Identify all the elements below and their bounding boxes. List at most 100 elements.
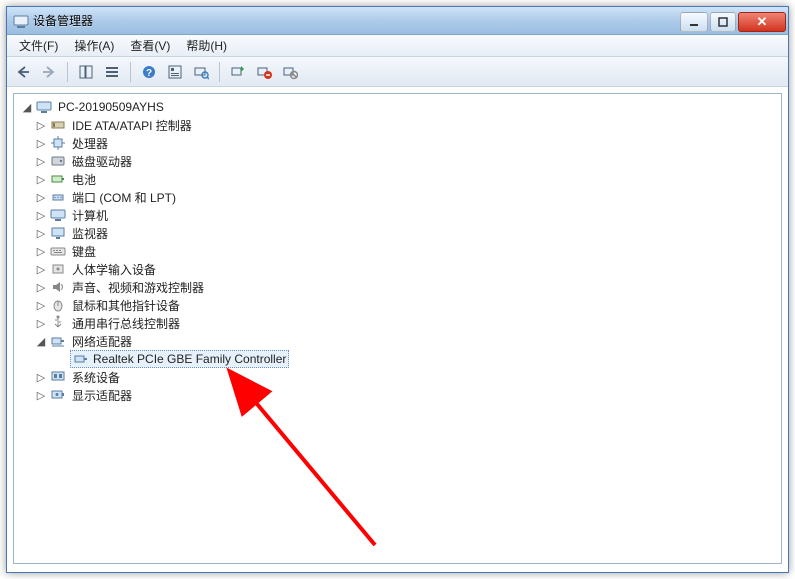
tree-item-label: 鼠标和其他指针设备 (72, 297, 180, 314)
window-title: 设备管理器 (33, 12, 680, 29)
device-manager-window: 设备管理器 ✕ 文件(F) 操作(A) 查看(V) 帮助(H) (6, 6, 789, 573)
tree-item-label: 端口 (COM 和 LPT) (72, 189, 176, 206)
expand-icon[interactable]: ▷ (34, 118, 48, 132)
tree-item-label: 系统设备 (72, 369, 120, 386)
toolbar: ? (7, 57, 788, 87)
tree-item-label: 处理器 (72, 135, 108, 152)
tree-item-label: 键盘 (72, 243, 96, 260)
cpu-icon (50, 135, 66, 151)
tree-item-monitor[interactable]: ▷ 监视器 (34, 224, 779, 242)
menu-help[interactable]: 帮助(H) (178, 35, 235, 56)
help-button[interactable]: ? (137, 60, 161, 84)
svg-text:?: ? (146, 68, 152, 79)
update-driver-button[interactable] (226, 60, 250, 84)
device-manager-icon (13, 13, 29, 29)
minimize-button[interactable] (680, 12, 708, 32)
forward-button[interactable] (37, 60, 61, 84)
tree-item-system[interactable]: ▷ 系统设备 (34, 368, 779, 386)
tree-root: ◢ PC-20190509AYHS (16, 98, 779, 116)
network-icon (50, 333, 66, 349)
display-adapter-icon (50, 387, 66, 403)
tree-item-root[interactable]: ◢ PC-20190509AYHS (20, 98, 779, 116)
system-icon (50, 369, 66, 385)
tree-item-label: 人体学输入设备 (72, 261, 156, 278)
expand-icon[interactable]: ▷ (34, 154, 48, 168)
expand-icon[interactable]: ▷ (34, 316, 48, 330)
tree-item-sound[interactable]: ▷ 声音、视频和游戏控制器 (34, 278, 779, 296)
ide-icon (50, 117, 66, 133)
computer-icon (36, 99, 52, 115)
close-button[interactable]: ✕ (738, 12, 786, 32)
tree-item-usb[interactable]: ▷ 通用串行总线控制器 (34, 314, 779, 332)
tree-item-label: 磁盘驱动器 (72, 153, 132, 170)
expand-placeholder: ▷ (54, 352, 68, 366)
hid-icon (50, 261, 66, 277)
disk-icon (50, 153, 66, 169)
tree-item-label: 声音、视频和游戏控制器 (72, 279, 204, 296)
expand-icon[interactable]: ▷ (34, 226, 48, 240)
back-button[interactable] (11, 60, 35, 84)
collapse-icon[interactable]: ◢ (34, 334, 48, 348)
tree-item-hid[interactable]: ▷ 人体学输入设备 (34, 260, 779, 278)
tree-item-label: 网络适配器 (72, 333, 132, 350)
maximize-button[interactable] (710, 12, 736, 32)
mouse-icon (50, 297, 66, 313)
tree-item-cpu[interactable]: ▷ 处理器 (34, 134, 779, 152)
toolbar-separator (130, 62, 131, 82)
network-adapter-icon (73, 351, 89, 367)
tree-panel[interactable]: ◢ PC-20190509AYHS ▷ IDE ATA/ATAPI 控制器 ▷ (13, 93, 782, 564)
window-buttons: ✕ (680, 10, 788, 32)
expand-icon[interactable]: ▷ (34, 370, 48, 384)
tree-item-keyboard[interactable]: ▷ 键盘 (34, 242, 779, 260)
tree-item-disk[interactable]: ▷ 磁盘驱动器 (34, 152, 779, 170)
tree-item-ide[interactable]: ▷ IDE ATA/ATAPI 控制器 (34, 116, 779, 134)
expand-icon[interactable]: ▷ (34, 262, 48, 276)
tree-item-label: Realtek PCIe GBE Family Controller (93, 352, 286, 366)
collapse-icon[interactable]: ◢ (20, 100, 34, 114)
tree-item-mouse[interactable]: ▷ 鼠标和其他指针设备 (34, 296, 779, 314)
tree-item-ports[interactable]: ▷ 端口 (COM 和 LPT) (34, 188, 779, 206)
expand-icon[interactable]: ▷ (34, 280, 48, 294)
menu-action[interactable]: 操作(A) (66, 35, 122, 56)
tree-item-label: 计算机 (72, 207, 108, 224)
disable-button[interactable] (278, 60, 302, 84)
tree-item-label: PC-20190509AYHS (58, 100, 164, 114)
tree-item-battery[interactable]: ▷ 电池 (34, 170, 779, 188)
tree-item-label: 电池 (72, 171, 96, 188)
menubar: 文件(F) 操作(A) 查看(V) 帮助(H) (7, 35, 788, 57)
device-tree: ◢ PC-20190509AYHS ▷ IDE ATA/ATAPI 控制器 ▷ (14, 94, 781, 408)
menu-view[interactable]: 查看(V) (122, 35, 178, 56)
expand-icon[interactable]: ▷ (34, 136, 48, 150)
expand-icon[interactable]: ▷ (34, 298, 48, 312)
properties-button[interactable] (163, 60, 187, 84)
keyboard-icon (50, 243, 66, 259)
usb-icon (50, 315, 66, 331)
tree-item-network[interactable]: ◢ 网络适配器 (34, 332, 779, 350)
show-hide-tree-button[interactable] (74, 60, 98, 84)
tree-item-computer[interactable]: ▷ 计算机 (34, 206, 779, 224)
titlebar[interactable]: 设备管理器 ✕ (7, 7, 788, 35)
tree-item-display[interactable]: ▷ 显示适配器 (34, 386, 779, 404)
tree-item-label: IDE ATA/ATAPI 控制器 (72, 117, 192, 134)
menu-file[interactable]: 文件(F) (11, 35, 66, 56)
computer-icon (50, 207, 66, 223)
expand-icon[interactable]: ▷ (34, 172, 48, 186)
toolbar-separator (67, 62, 68, 82)
tree-item-label: 监视器 (72, 225, 108, 242)
scan-hardware-button[interactable] (189, 60, 213, 84)
toolbar-separator (219, 62, 220, 82)
detail-view-button[interactable] (100, 60, 124, 84)
tree-item: ▷ IDE ATA/ATAPI 控制器 (16, 116, 779, 134)
expand-icon[interactable]: ▷ (34, 388, 48, 402)
sound-icon (50, 279, 66, 295)
tree-item-label: 显示适配器 (72, 387, 132, 404)
tree-item-network-child[interactable]: ▷ Realtek PCIe GBE Family Controller (54, 350, 779, 368)
monitor-icon (50, 225, 66, 241)
expand-icon[interactable]: ▷ (34, 190, 48, 204)
uninstall-button[interactable] (252, 60, 276, 84)
tree-item-label: 通用串行总线控制器 (72, 315, 180, 332)
expand-icon[interactable]: ▷ (34, 208, 48, 222)
ports-icon (50, 189, 66, 205)
expand-icon[interactable]: ▷ (34, 244, 48, 258)
battery-icon (50, 171, 66, 187)
